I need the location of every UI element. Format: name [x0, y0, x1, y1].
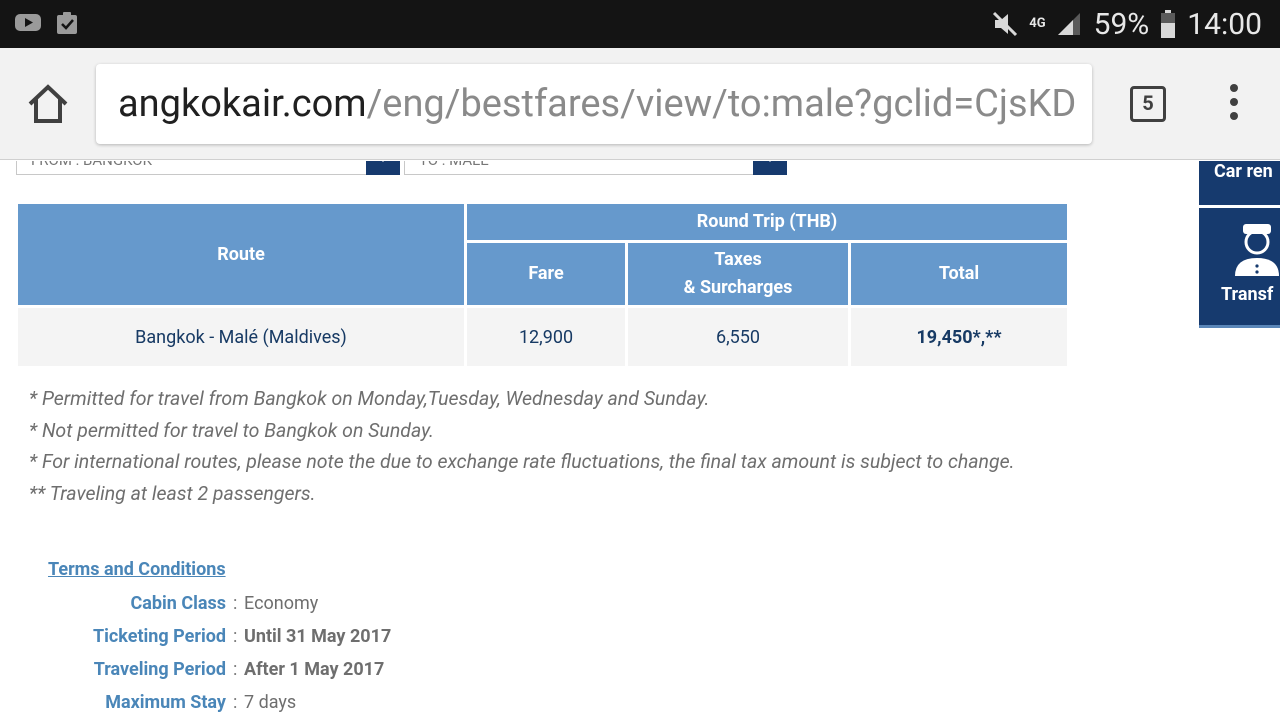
cell-total: 19,450*,**: [851, 308, 1067, 366]
url-host: angkokair.com: [118, 82, 367, 126]
separator: :: [233, 692, 238, 713]
header-total: Total: [851, 243, 1067, 305]
cabin-class-row: Cabin Class : Economy: [0, 591, 1280, 617]
cabin-class-label: Cabin Class: [130, 593, 226, 614]
terms-and-conditions-link[interactable]: Terms and Conditions: [48, 559, 226, 580]
transfer-label: Transf: [1221, 284, 1274, 305]
maximum-stay-row: Maximum Stay : 7 days: [0, 690, 1280, 716]
mute-icon: [993, 11, 1018, 37]
header-route: Route: [18, 204, 464, 305]
fare-notes: * Permitted for travel from Bangkok on M…: [29, 383, 1069, 509]
menu-dot-icon: [1230, 84, 1238, 92]
from-select[interactable]: FROM : BANGKOK: [16, 161, 400, 175]
clock: 14:00: [1187, 6, 1262, 42]
note-item: ** Traveling at least 2 passengers.: [29, 481, 316, 505]
cell-route: Bangkok - Malé (Maldives): [18, 308, 464, 366]
car-rental-button[interactable]: Car ren: [1199, 161, 1280, 205]
note-item: * Not permitted for travel to Bangkok on…: [29, 418, 435, 442]
maximum-stay-label: Maximum Stay: [105, 692, 226, 713]
system-status: 4G 59% 14:00: [991, 0, 1262, 48]
separator: :: [233, 626, 238, 647]
header-fare: Fare: [467, 243, 625, 305]
signal-icon: [1057, 13, 1080, 35]
battery-percent: 59%: [1093, 6, 1150, 42]
table-row: Bangkok - Malé (Maldives) 12,900 6,550 1…: [18, 308, 1067, 366]
separator: :: [233, 659, 238, 680]
home-icon: [28, 84, 68, 123]
to-select[interactable]: TO : MALE: [404, 161, 787, 175]
ticketing-period-label: Ticketing Period: [92, 626, 226, 647]
home-button[interactable]: [26, 84, 70, 124]
header-taxes: Taxes & Surcharges: [628, 243, 848, 305]
table-header-row: Route Round Trip (THB): [18, 204, 1067, 305]
cell-fare: 12,900: [467, 308, 625, 366]
browser-toolbar: angkokair.com/eng/bestfares/view/to:male…: [0, 48, 1280, 160]
traveling-period-value: After 1 May 2017: [244, 659, 385, 680]
clipboard-check-icon: [57, 12, 77, 34]
fare-table: Route Round Trip (THB) Fare Taxes & Surc…: [15, 201, 1070, 369]
separator: :: [233, 593, 238, 614]
header-taxes-line2: & Surcharges: [683, 277, 793, 298]
menu-dot-icon: [1230, 112, 1238, 120]
header-round-trip: Round Trip (THB): [467, 204, 1067, 240]
notification-icons: [14, 10, 80, 36]
menu-dot-icon: [1230, 98, 1238, 106]
transfer-button[interactable]: Transf: [1199, 208, 1280, 328]
traveling-period-row: Traveling Period : After 1 May 2017: [0, 657, 1280, 683]
note-item: * Permitted for travel from Bangkok on M…: [29, 387, 710, 410]
url-path: /eng/bestfares/view/to:male?gclid=CjsKD: [366, 82, 1077, 126]
side-service-panel: Car ren Transf: [1199, 161, 1280, 328]
ticketing-period-value: Until 31 May 2017: [244, 626, 392, 647]
chevron-down-icon: [366, 161, 400, 175]
url-bar[interactable]: angkokair.com/eng/bestfares/view/to:male…: [96, 64, 1092, 144]
chevron-down-icon: [753, 161, 787, 175]
page-content: FROM : BANGKOK TO : MALE Route Round Tri…: [0, 161, 1280, 720]
overflow-menu-button[interactable]: [1222, 84, 1246, 124]
youtube-icon: [15, 14, 41, 31]
maximum-stay-value: 7 days: [244, 692, 297, 713]
ticketing-period-row: Ticketing Period : Until 31 May 2017: [0, 624, 1280, 650]
from-select-value: FROM : BANGKOK: [31, 161, 152, 169]
note-item: * For international routes, please note …: [29, 450, 1015, 473]
chauffeur-icon: [1235, 224, 1279, 276]
to-select-value: TO : MALE: [419, 161, 489, 169]
cabin-class-value: Economy: [244, 593, 319, 614]
tab-switcher-button[interactable]: 5: [1130, 86, 1166, 122]
status-bar: 4G 59% 14:00: [0, 0, 1280, 48]
network-type: 4G: [1029, 16, 1046, 31]
cell-taxes: 6,550: [628, 308, 848, 366]
battery-icon: [1161, 10, 1176, 38]
traveling-period-label: Traveling Period: [93, 659, 226, 680]
header-taxes-line1: Taxes: [714, 249, 762, 270]
